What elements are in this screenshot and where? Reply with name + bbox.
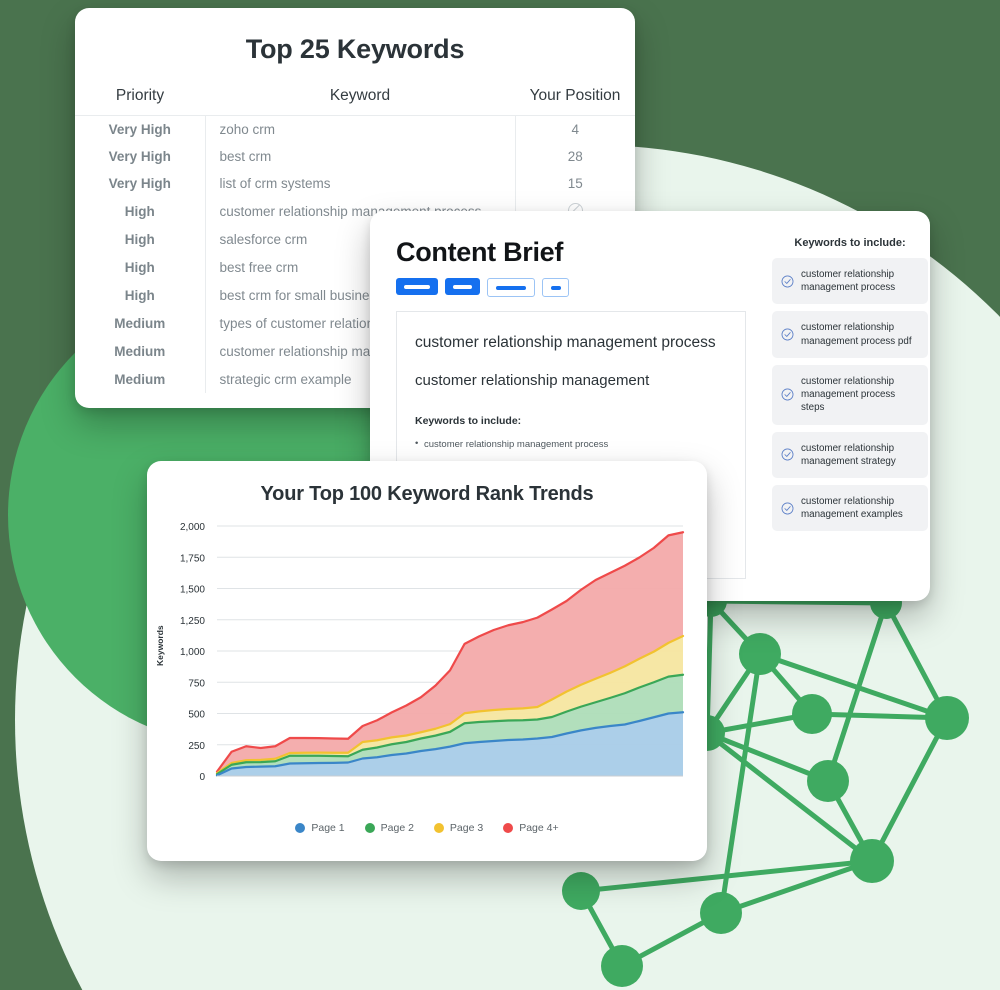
- y-axis-tick: 250: [188, 741, 205, 752]
- network-node: [562, 872, 600, 910]
- toolbar-button-2[interactable]: [445, 278, 480, 295]
- column-header-keyword: Keyword: [205, 87, 515, 116]
- legend-item[interactable]: Page 4+: [503, 822, 559, 834]
- legend-label: Page 4+: [519, 822, 559, 834]
- check-circle-icon: [781, 328, 794, 341]
- list-item-label: customer relationship management process…: [801, 322, 912, 347]
- check-circle-icon: [781, 448, 794, 461]
- column-header-priority: Priority: [75, 87, 205, 116]
- table-header-row: Priority Keyword Your Position: [75, 87, 635, 116]
- priority-badge: Very High: [108, 149, 171, 164]
- chart-plot: 0 250 500 750 1,000 1,250 1,500 1,750 2,000: [180, 522, 685, 783]
- priority-badge: Very High: [108, 122, 171, 137]
- legend-item[interactable]: Page 1: [295, 822, 345, 834]
- keyword-cell: zoho crm: [204, 115, 515, 143]
- network-node: [792, 694, 832, 734]
- check-circle-icon: [781, 275, 794, 288]
- table-row[interactable]: Very High list of crm systems 15: [75, 170, 635, 197]
- priority-badge: Medium: [114, 315, 166, 331]
- keywords-to-include-title: Keywords to include:: [794, 237, 906, 249]
- toolbar-button-glyph: [453, 284, 472, 289]
- list-item[interactable]: customer relationship management process…: [772, 311, 928, 358]
- table-row[interactable]: Very High best crm 28: [75, 143, 635, 170]
- position-cell: 4: [514, 115, 635, 143]
- toolbar-button-1[interactable]: [396, 278, 438, 295]
- network-node: [700, 892, 742, 934]
- legend-label: Page 3: [449, 822, 484, 834]
- legend-label: Page 2: [380, 822, 414, 834]
- toolbar-button-glyph: [404, 284, 430, 289]
- y-axis-tick: 500: [188, 710, 205, 721]
- network-edge: [708, 598, 889, 606]
- priority-badge: Medium: [114, 371, 166, 387]
- list-item[interactable]: customer relationship management example…: [772, 484, 928, 532]
- network-node: [925, 696, 969, 740]
- list-item-label: customer relationship management process: [801, 269, 896, 294]
- legend-color-dot: [503, 823, 514, 833]
- column-header-position: Your Position: [515, 87, 635, 116]
- table-row[interactable]: Very High zoho crm 4: [75, 115, 635, 143]
- screenshot-stage: Top 25 Keywords Priority Keyword Your Po…: [0, 0, 1000, 990]
- network-edge: [869, 715, 950, 864]
- priority-badge: High: [124, 259, 155, 275]
- network-node: [850, 839, 894, 883]
- chart-area: Keywords 0 250 500 750 1,000 1,250 1,500 1,750 2…: [147, 518, 707, 818]
- page-title: Top 25 Keywords: [245, 34, 465, 64]
- document-keywords-label: Keywords to include:: [415, 415, 522, 427]
- check-circle-icon: [781, 388, 794, 401]
- list-item[interactable]: customer relationship management process: [772, 258, 928, 305]
- position-cell: 28: [514, 143, 635, 170]
- keyword-cell: list of crm systems: [204, 170, 515, 197]
- network-edge: [704, 598, 714, 736]
- y-axis-tick: 1,750: [180, 553, 205, 564]
- toolbar-button-3[interactable]: [487, 278, 535, 297]
- y-axis-tick: 1,500: [180, 585, 205, 596]
- priority-badge: High: [124, 231, 155, 247]
- legend-color-dot: [364, 823, 375, 833]
- document-keyword-item: customer relationship management process: [415, 438, 727, 450]
- y-axis-tick: 1,250: [180, 616, 205, 627]
- legend-color-dot: [433, 823, 444, 833]
- chart-legend: Page 1 Page 2 Page 3 Page 4+: [147, 822, 707, 834]
- legend-color-dot: [295, 823, 306, 833]
- position-cell: 15: [514, 170, 635, 197]
- y-axis-tick: 0: [199, 772, 205, 783]
- network-node: [739, 633, 781, 675]
- document-heading-2: customer relationship management: [415, 372, 650, 389]
- y-axis-tick: 1,000: [180, 647, 205, 658]
- list-item-label: customer relationship management example…: [801, 495, 903, 521]
- list-item[interactable]: customer relationship management strateg…: [772, 431, 928, 478]
- keywords-to-include-list: customer relationship management process…: [772, 258, 928, 538]
- legend-label: Page 1: [311, 822, 345, 834]
- keyword-cell: best crm: [204, 143, 515, 170]
- toolbar-button-glyph: [550, 285, 561, 290]
- list-item-label: customer relationship management strateg…: [801, 442, 896, 467]
- document-heading-1: customer relationship management process: [415, 334, 716, 351]
- toolbar-button-4[interactable]: [542, 278, 569, 297]
- y-axis-tick: 2,000: [180, 522, 205, 533]
- rank-trends-card: Your Top 100 Keyword Rank Trends Keyword…: [147, 461, 707, 861]
- network-node: [601, 945, 643, 987]
- legend-item[interactable]: Page 3: [433, 822, 484, 834]
- legend-item[interactable]: Page 2: [364, 822, 414, 834]
- priority-badge: High: [124, 287, 155, 303]
- list-item-label: customer relationship management process…: [801, 375, 896, 414]
- priority-badge: Very High: [108, 176, 171, 191]
- y-axis-tick: 750: [188, 678, 205, 689]
- priority-badge: High: [124, 203, 155, 219]
- toolbar-button-glyph: [496, 285, 526, 290]
- priority-badge: Medium: [114, 343, 166, 359]
- list-item[interactable]: customer relationship management process…: [772, 364, 928, 425]
- check-circle-icon: [781, 502, 794, 515]
- network-node: [807, 760, 849, 802]
- chart-title: Your Top 100 Keyword Rank Trends: [260, 483, 594, 505]
